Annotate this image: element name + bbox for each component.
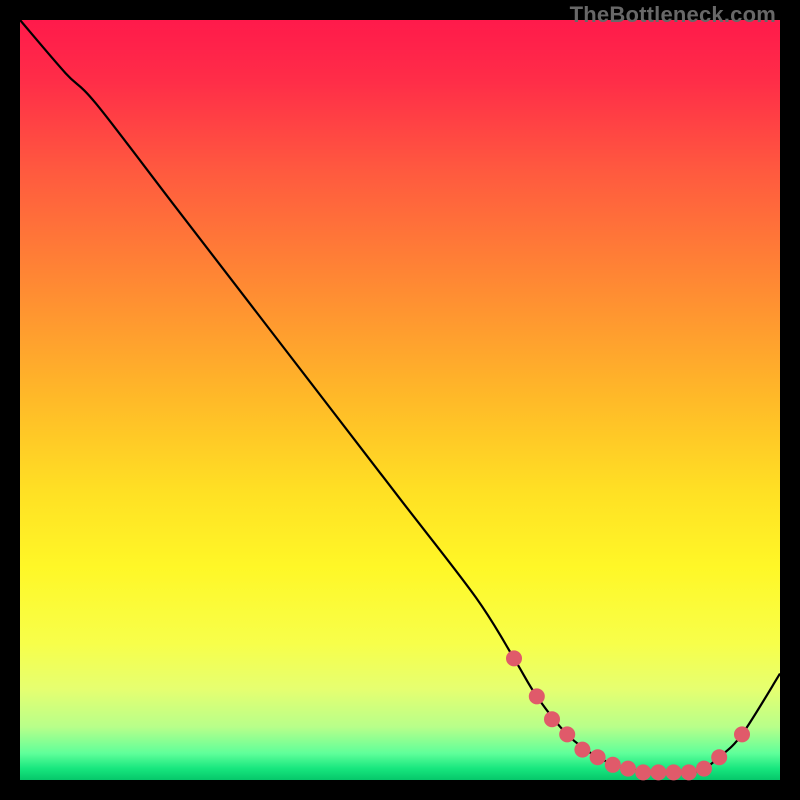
curve-marker [544, 711, 560, 727]
curve-marker [696, 761, 712, 777]
curve-markers [506, 650, 750, 780]
chart-frame [20, 20, 780, 780]
curve-marker [529, 688, 545, 704]
chart-curve-layer [20, 20, 780, 780]
curve-marker [605, 757, 621, 773]
curve-marker [711, 749, 727, 765]
curve-marker [590, 749, 606, 765]
curve-marker [681, 764, 697, 780]
bottleneck-curve [20, 20, 780, 773]
curve-marker [650, 764, 666, 780]
curve-marker [620, 761, 636, 777]
curve-marker [506, 650, 522, 666]
curve-marker [734, 726, 750, 742]
curve-marker [635, 764, 651, 780]
curve-marker [574, 742, 590, 758]
curve-marker [666, 764, 682, 780]
curve-marker [559, 726, 575, 742]
